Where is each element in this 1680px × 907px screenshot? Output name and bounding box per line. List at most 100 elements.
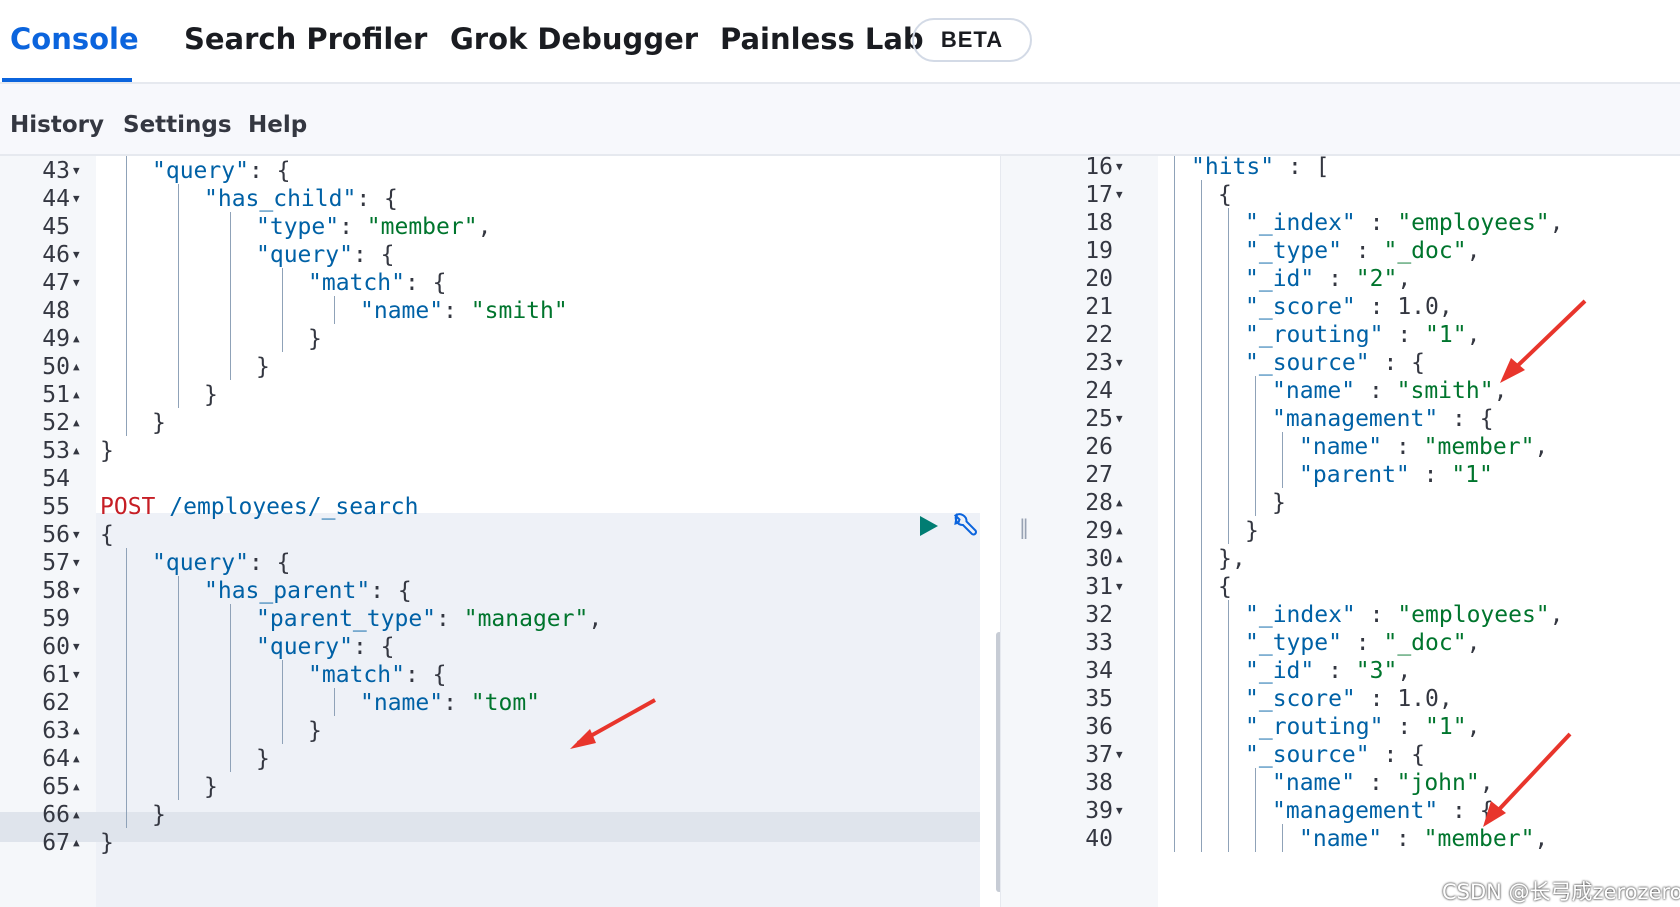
fold-collapse-icon[interactable]: ▼ [1116,740,1123,770]
line-number: 19 [1085,238,1113,264]
fold-expand-icon[interactable]: ▲ [73,436,80,466]
line-number: 18 [1085,210,1113,236]
fold-collapse-icon[interactable]: ▼ [73,240,80,270]
fold-collapse-icon[interactable]: ▼ [73,576,80,606]
indent-guide [126,352,127,380]
tab-search-profiler[interactable]: Search Profiler [184,22,427,56]
tab-grok-debugger[interactable]: Grok Debugger [450,22,698,56]
code-token: : { [404,270,447,296]
fold-expand-icon[interactable]: ▲ [73,408,80,438]
code-token: "employees" [1397,210,1550,236]
code-text: } [308,324,322,354]
code-line: 17 ▼ { [1040,180,1680,210]
code-line: 63 ▲} [0,716,1000,746]
fold-collapse-icon[interactable]: ▼ [1116,404,1123,434]
fold-expand-icon[interactable]: ▲ [73,352,80,382]
fold-collapse-icon[interactable]: ▼ [1116,156,1123,182]
indent-guide [126,660,127,688]
code-token: "_id" [1245,658,1315,684]
indent-guide [1228,292,1229,320]
fold-expand-icon[interactable]: ▲ [1116,516,1123,546]
code-token: , [588,606,603,632]
indent-guide [126,604,127,632]
resize-handle-icon[interactable]: ‖ [1019,515,1029,539]
history-link[interactable]: History [10,112,104,138]
indent-guide [1201,740,1202,768]
code-token: : { [370,578,412,604]
code-text: "_type" : "_doc", [1245,628,1480,658]
indent-guide [1228,600,1229,628]
fold-collapse-icon[interactable]: ▼ [73,632,80,662]
code-line: 52 ▲} [0,408,1000,438]
code-line: 46 ▼ "query": { [0,240,1000,270]
tab-painless-lab[interactable]: Painless Lab [720,22,924,56]
indent-guide [1228,796,1229,824]
fold-expand-icon[interactable]: ▲ [73,380,80,410]
code-token: "smith" [1396,378,1494,404]
fold-expand-icon[interactable]: ▲ [73,772,80,802]
code-token: : [1409,462,1452,488]
fold-expand-icon[interactable]: ▲ [73,800,80,830]
code-token: : [1382,826,1424,852]
code-token: } [204,774,218,800]
code-token: } [256,746,270,772]
console-toolbar: History Settings Help [0,84,1680,156]
fold-collapse-icon[interactable]: ▼ [1116,348,1123,378]
indent-guide [230,268,231,296]
fold-expand-icon[interactable]: ▲ [73,324,80,354]
tab-console[interactable]: Console [10,22,139,56]
line-number: 26 [1085,434,1113,460]
fold-expand-icon[interactable]: ▲ [73,716,80,746]
code-line: 62 "name": "tom" [0,688,1000,718]
fold-collapse-icon[interactable]: ▼ [1116,796,1123,826]
indent-guide [230,632,231,660]
indent-guide [126,240,127,268]
line-number: 17 [1085,182,1113,208]
wrench-icon[interactable] [950,510,980,540]
code-token: "2" [1355,266,1398,292]
code-token: /employees/_search [169,494,419,520]
code-text: "_score" : 1.0, [1245,684,1453,714]
code-token: "_type" [1245,630,1342,656]
fold-collapse-icon[interactable]: ▼ [1116,180,1123,210]
fold-collapse-icon[interactable]: ▼ [73,156,80,186]
fold-collapse-icon[interactable]: ▼ [1116,572,1123,602]
settings-link[interactable]: Settings [123,112,232,138]
indent-guide [1174,376,1175,404]
code-line: 43 ▼ "query": { [0,156,1000,186]
code-token: : [1355,210,1398,236]
help-link[interactable]: Help [248,112,307,138]
fold-expand-icon[interactable]: ▲ [1116,488,1123,518]
code-text: "_type" : "_doc", [1245,236,1480,266]
fold-collapse-icon[interactable]: ▼ [73,660,80,690]
fold-collapse-icon[interactable]: ▼ [73,268,80,298]
code-line: 34 "_id" : "3", [1040,656,1680,686]
indent-guide [126,268,127,296]
fold-expand-icon[interactable]: ▲ [1116,544,1123,574]
code-line: 30 ▲}, [1040,544,1680,574]
code-text: "management" : { [1272,404,1494,434]
request-editor[interactable]: 43 ▼ "query": {44 ▼ "has_child": {45 "type": … [0,156,1000,907]
code-line: 39 ▼ "management" : { [1040,796,1680,826]
code-text: "_id" : "2", [1245,264,1411,294]
code-text: "query": { [256,632,394,662]
fold-collapse-icon[interactable]: ▼ [73,184,80,214]
code-token: "member" [1423,434,1535,460]
code-line: 65 ▲} [0,772,1000,802]
indent-guide [1201,320,1202,348]
indent-guide [1201,796,1202,824]
indent-guide [126,324,127,352]
code-token: : [1341,238,1384,264]
indent-guide [1174,712,1175,740]
code-token: : [1314,266,1356,292]
fold-collapse-icon[interactable]: ▼ [73,548,80,578]
indent-guide [1174,180,1175,208]
line-number: 44 [42,186,70,212]
fold-expand-icon[interactable]: ▲ [73,744,80,774]
fold-expand-icon[interactable]: ▲ [73,828,80,858]
response-viewer[interactable]: 16 ▼ "hits" : [17 ▼{18 "_index" : "employees… [1040,156,1680,907]
fold-collapse-icon[interactable]: ▼ [73,520,80,550]
play-icon[interactable] [918,514,940,538]
indent-guide [178,716,179,744]
